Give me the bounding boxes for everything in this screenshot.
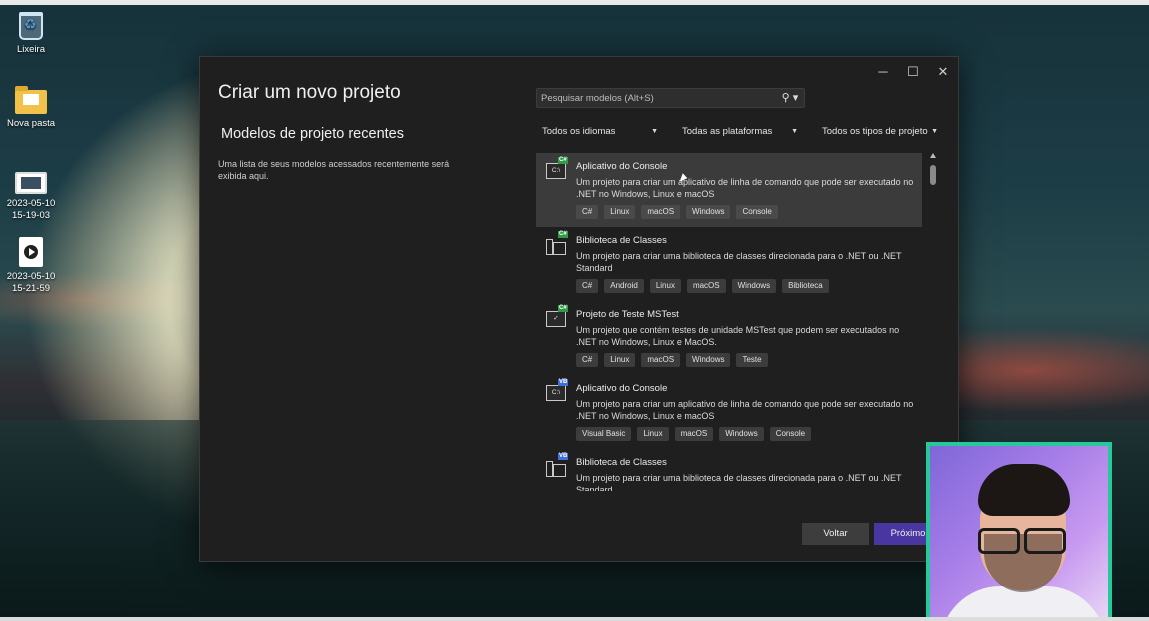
template-name: Projeto de Teste MSTest <box>576 309 679 320</box>
desktop-icon-folder[interactable]: Nova pasta <box>1 86 61 130</box>
desktop-icon-video-1[interactable]: 2023-05-10 15-19-03 <box>1 172 61 222</box>
language-badge: C# <box>558 157 568 164</box>
template-name: Biblioteca de Classes <box>576 235 667 246</box>
chevron-down-icon: ▼ <box>791 128 798 135</box>
desktop-icon-label: Nova pasta <box>6 118 56 129</box>
language-filter[interactable]: Todos os idiomas ▼ <box>536 122 662 142</box>
tag: Linux <box>649 279 681 293</box>
project-type-filter-value: Todos os tipos de projeto <box>822 126 928 137</box>
desktop-icon-label: 2023-05-10 15-21-59 <box>6 271 56 294</box>
tag: macOS <box>674 427 714 441</box>
tag: Teste <box>736 353 768 367</box>
project-type-filter[interactable]: Todos os tipos de projeto ▼ <box>816 122 942 142</box>
template-description: Um projeto que contém testes de unidade … <box>576 325 900 347</box>
template-item-class-library-vb[interactable]: VB Biblioteca de Classes Um projeto para… <box>536 449 922 491</box>
chevron-down-icon: ▼ <box>651 128 658 135</box>
recycle-bin-icon <box>19 12 43 40</box>
back-button[interactable]: Voltar <box>802 523 869 545</box>
tag: Biblioteca <box>782 279 829 293</box>
language-filter-value: Todos os idiomas <box>542 126 616 137</box>
language-badge: VB <box>558 379 569 386</box>
template-description: Um projeto para criar um aplicativo de l… <box>576 399 914 421</box>
template-tags: C# Android Linux macOS Windows Bibliotec… <box>576 279 829 293</box>
template-description: Um projeto para criar uma biblioteca de … <box>576 251 902 273</box>
recent-templates-description: Uma lista de seus modelos acessados rece… <box>218 159 450 181</box>
language-badge: VB <box>558 453 569 460</box>
tag: C# <box>576 279 599 293</box>
bottom-edge <box>0 617 1149 621</box>
language-badge: C# <box>558 305 568 312</box>
webcam-person-glasses <box>974 528 1070 554</box>
template-name: Aplicativo do Console <box>576 161 668 172</box>
folder-icon <box>15 86 47 114</box>
template-list-scrollbar[interactable] <box>929 153 938 491</box>
template-description: Um projeto para criar um aplicativo de l… <box>576 177 914 199</box>
video-file-icon <box>15 172 47 194</box>
desktop-icon-recycle-bin[interactable]: Lixeira <box>1 12 61 56</box>
video-document-icon <box>19 237 43 267</box>
tag: Console <box>769 427 812 441</box>
template-tags: Visual Basic Linux macOS Windows Console <box>576 427 812 441</box>
console-app-icon: C:\ <box>546 163 566 179</box>
tag: Windows <box>686 205 731 219</box>
template-item-console-vb[interactable]: C:\ VB Aplicativo do Console Um projeto … <box>536 375 922 449</box>
tag: C# <box>576 205 599 219</box>
platform-filter-value: Todas as plataformas <box>682 126 773 137</box>
tag: C# <box>576 353 599 367</box>
desktop-icon-label: Lixeira <box>17 44 45 55</box>
template-item-class-library-csharp[interactable]: C# Biblioteca de Classes Um projeto para… <box>536 227 922 301</box>
tag: macOS <box>641 353 681 367</box>
template-name: Aplicativo do Console <box>576 383 668 394</box>
chevron-down-icon: ▼ <box>931 128 938 135</box>
scroll-up-icon[interactable] <box>930 153 936 158</box>
tag: Visual Basic <box>576 427 632 441</box>
webcam-overlay <box>926 442 1112 621</box>
language-badge: C# <box>558 231 568 238</box>
class-library-icon <box>546 237 566 255</box>
tag: Android <box>604 279 644 293</box>
tag: Linux <box>637 427 669 441</box>
template-item-mstest-csharp[interactable]: ✓ C# Projeto de Teste MSTest Um projeto … <box>536 301 922 375</box>
template-tags: C# Linux macOS Windows Teste <box>576 353 768 367</box>
tag: Windows <box>719 427 764 441</box>
minimize-button[interactable]: ─ <box>868 61 898 83</box>
webcam-person-hair <box>978 464 1070 516</box>
tag: Windows <box>686 353 731 367</box>
test-project-icon: ✓ <box>546 311 566 327</box>
desktop-icon-video-2[interactable]: 2023-05-10 15-21-59 <box>1 237 61 295</box>
tag: macOS <box>641 205 681 219</box>
desktop-icon-label: 2023-05-10 15-19-03 <box>6 198 56 221</box>
template-tags: C# Linux macOS Windows Console <box>576 205 778 219</box>
template-list: C:\ C# Aplicativo do Console Um projeto … <box>536 153 922 491</box>
close-button[interactable]: ✕ <box>928 61 958 83</box>
platform-filter[interactable]: Todas as plataformas ▼ <box>676 122 802 142</box>
template-description: Um projeto para criar uma biblioteca de … <box>576 473 902 491</box>
search-input[interactable] <box>537 89 777 107</box>
tag: Windows <box>731 279 777 293</box>
console-app-icon: C:\ <box>546 385 566 401</box>
scrollbar-thumb[interactable] <box>930 165 936 185</box>
top-edge <box>0 0 1149 5</box>
tag: macOS <box>686 279 726 293</box>
maximize-button[interactable]: ☐ <box>898 61 928 83</box>
create-project-dialog: ─ ☐ ✕ Criar um novo projeto Modelos de p… <box>199 56 959 562</box>
recent-templates-heading: Modelos de projeto recentes <box>221 126 404 142</box>
tag: Linux <box>604 353 636 367</box>
search-box[interactable]: ⚲ ▾ <box>536 88 805 108</box>
tag: Console <box>736 205 778 219</box>
class-library-icon <box>546 459 566 477</box>
template-item-console-csharp[interactable]: C:\ C# Aplicativo do Console Um projeto … <box>536 153 922 227</box>
search-icon[interactable]: ⚲ ▾ <box>779 90 801 106</box>
tag: Linux <box>604 205 636 219</box>
template-name: Biblioteca de Classes <box>576 457 667 468</box>
dialog-title: Criar um novo projeto <box>218 82 401 103</box>
